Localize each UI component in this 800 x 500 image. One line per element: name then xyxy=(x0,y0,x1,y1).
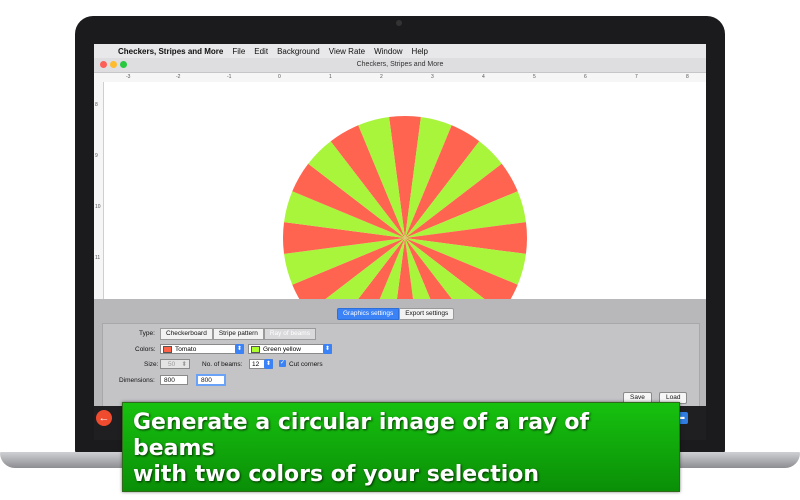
close-window-button[interactable] xyxy=(100,61,107,68)
ruler-tick: -2 xyxy=(176,74,181,80)
ruler-tick: 9 xyxy=(95,153,98,159)
dimensions-label: Dimensions: xyxy=(119,377,155,384)
ruler-tick: 2 xyxy=(380,74,383,80)
size-select[interactable]: 50 ⬍ xyxy=(160,359,190,369)
drawing-canvas[interactable] xyxy=(104,82,706,304)
color2-select[interactable]: Green yellow ⬍ xyxy=(248,344,332,354)
settings-panel: Graphics settings Export settings Type: … xyxy=(94,299,706,414)
type-checkerboard[interactable]: Checkerboard xyxy=(160,328,213,340)
menu-edit[interactable]: Edit xyxy=(254,47,268,56)
menu-app-name[interactable]: Checkers, Stripes and More xyxy=(118,47,223,56)
color2-swatch xyxy=(251,345,260,353)
banner-line-2: with two colors of your selection xyxy=(133,462,540,487)
ruler-tick: 8 xyxy=(686,74,689,80)
width-value: 800 xyxy=(164,377,175,384)
color1-swatch xyxy=(163,345,172,353)
promo-banner: Generate a circular image of a ray of be… xyxy=(122,402,680,492)
vertical-ruler: 8 9 10 11 xyxy=(94,82,104,304)
ruler-tick: 3 xyxy=(431,74,434,80)
type-stripe-pattern[interactable]: Stripe pattern xyxy=(212,328,264,340)
minimize-window-button[interactable] xyxy=(110,61,117,68)
zoom-window-button[interactable] xyxy=(120,61,127,68)
cut-corners-label: Cut corners xyxy=(289,361,323,368)
ruler-tick: 8 xyxy=(95,102,98,108)
menu-window[interactable]: Window xyxy=(374,47,402,56)
beams-select[interactable]: 12 ⬍ xyxy=(249,359,273,369)
menu-bar: Checkers, Stripes and More File Edit Bac… xyxy=(94,44,706,58)
beams-label: No. of beams: xyxy=(202,361,243,368)
tab-export-settings[interactable]: Export settings xyxy=(399,308,455,320)
size-label: Size: xyxy=(144,361,159,368)
height-value: 800 xyxy=(201,377,212,384)
ruler-tick: 10 xyxy=(95,204,101,210)
color1-name: Tomato xyxy=(175,346,197,353)
ruler-tick: -3 xyxy=(126,74,131,80)
size-value: 50 xyxy=(168,361,176,368)
ray-of-beams-image xyxy=(282,115,528,304)
ruler-tick: 5 xyxy=(533,74,536,80)
menu-file[interactable]: File xyxy=(232,47,245,56)
cut-corners-checkbox[interactable]: ✓ xyxy=(279,360,286,367)
screen: Checkers, Stripes and More File Edit Bac… xyxy=(94,44,706,440)
chevron-updown-icon: ⬍ xyxy=(264,359,273,369)
type-label: Type: xyxy=(139,330,155,337)
ruler-tick: 0 xyxy=(278,74,281,80)
chevron-updown-icon: ⬍ xyxy=(181,361,187,368)
window-title: Checkers, Stripes and More xyxy=(94,58,706,73)
beams-value: 12 xyxy=(252,361,260,368)
colors-label: Colors: xyxy=(135,346,156,353)
color2-name: Green yellow xyxy=(263,346,301,353)
color1-select[interactable]: Tomato ⬍ xyxy=(160,344,244,354)
banner-text: Generate a circular image of a ray of be… xyxy=(133,410,673,488)
height-input[interactable]: 800 xyxy=(196,374,226,386)
ruler-tick: -1 xyxy=(227,74,232,80)
menu-help[interactable]: Help xyxy=(412,47,428,56)
type-segmented-control: Checkerboard Stripe pattern Ray of beams xyxy=(160,328,316,340)
ruler-tick: 1 xyxy=(329,74,332,80)
back-arrow-icon[interactable]: ← xyxy=(96,410,112,426)
banner-line-1: Generate a circular image of a ray of be… xyxy=(133,410,590,461)
ruler-tick: 11 xyxy=(95,255,101,261)
menu-background[interactable]: Background xyxy=(277,47,320,56)
ruler-tick: 4 xyxy=(482,74,485,80)
width-input[interactable]: 800 xyxy=(160,375,188,385)
ruler-tick: 7 xyxy=(635,74,638,80)
tab-graphics-settings[interactable]: Graphics settings xyxy=(337,308,400,320)
chevron-updown-icon: ⬍ xyxy=(235,344,244,354)
ruler-tick: 6 xyxy=(584,74,587,80)
camera-icon xyxy=(396,20,402,26)
chevron-updown-icon: ⬍ xyxy=(323,344,332,354)
menu-view-rate[interactable]: View Rate xyxy=(329,47,365,56)
type-ray-of-beams[interactable]: Ray of beams xyxy=(263,328,316,340)
panel-tabs: Graphics settings Export settings xyxy=(337,308,455,320)
